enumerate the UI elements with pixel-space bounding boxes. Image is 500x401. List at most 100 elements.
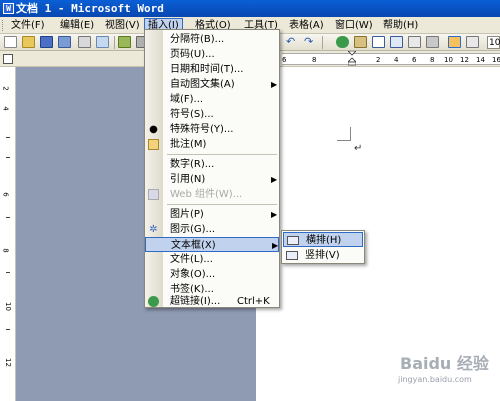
menu-item-web-component[interactable]: Web 组件(W)...	[145, 187, 279, 202]
tab-selector[interactable]	[3, 54, 13, 64]
insert-menu: 分隔符(B)... 页码(U)... 日期和时间(T)... 自动图文集(A) …	[144, 29, 280, 308]
menu-item-label: 特殊符号(Y)...	[170, 124, 234, 135]
menu-help[interactable]: 帮助(H)	[380, 18, 421, 33]
ruler-tick: 4	[394, 56, 399, 64]
menu-item-label: 域(F)...	[170, 94, 204, 105]
print-icon[interactable]	[78, 36, 91, 48]
menu-item-label: 对象(O)...	[170, 269, 216, 280]
ruler-tick: 8	[312, 56, 317, 64]
menu-table[interactable]: 表格(A)	[286, 18, 327, 33]
menu-item-shortcut: Ctrl+K	[237, 296, 270, 307]
vruler-mark	[6, 137, 10, 138]
ruler-tick: 14	[476, 56, 485, 64]
insert-excel-icon[interactable]	[390, 36, 403, 48]
menu-view[interactable]: 视图(V)	[102, 18, 143, 33]
menu-item-label: 批注(M)	[170, 139, 207, 150]
menu-window[interactable]: 窗口(W)	[332, 18, 376, 33]
spelling-icon[interactable]	[118, 36, 131, 48]
menu-separator	[167, 204, 277, 205]
zoom-input[interactable]: 10	[487, 36, 500, 49]
insert-table-icon[interactable]	[372, 36, 385, 48]
menu-item-break[interactable]: 分隔符(B)...	[145, 32, 279, 47]
submenu-item-horizontal[interactable]: 横排(H)	[283, 232, 363, 247]
menu-item-field[interactable]: 域(F)...	[145, 92, 279, 107]
menu-item-file[interactable]: 文件(L)...	[145, 252, 279, 267]
menu-item-page-numbers[interactable]: 页码(U)...	[145, 47, 279, 62]
columns-icon[interactable]	[408, 36, 421, 48]
web-component-icon	[148, 189, 159, 200]
ruler-tick: 16	[492, 56, 500, 64]
indent-marker-icon[interactable]	[348, 51, 356, 66]
open-folder-icon[interactable]	[22, 36, 35, 48]
submenu-item-label: 竖排(V)	[305, 250, 340, 261]
vertical-textbox-icon	[286, 251, 298, 260]
menu-item-symbol[interactable]: 符号(S)...	[145, 107, 279, 122]
submenu-arrow-icon: ▶	[271, 80, 278, 89]
menu-item-label: 文本框(X)	[171, 240, 216, 251]
menu-item-reference[interactable]: 引用(N) ▶	[145, 172, 279, 187]
permission-icon[interactable]	[58, 36, 71, 48]
paragraph-mark-icon: ↵	[354, 143, 363, 154]
vertical-ruler[interactable]: 2 4 6 8 10 12	[0, 67, 16, 401]
save-icon[interactable]	[40, 36, 53, 48]
menu-item-hyperlink[interactable]: 超链接(I)... Ctrl+K	[145, 294, 279, 309]
menu-separator	[167, 154, 277, 155]
menu-item-date-time[interactable]: 日期和时间(T)...	[145, 62, 279, 77]
submenu-item-vertical[interactable]: 竖排(V)	[283, 248, 363, 263]
ruler-tick: 6	[412, 56, 417, 64]
title-bar: W 文档 1 - Microsoft Word	[0, 0, 500, 17]
redo-icon[interactable]: ↷	[304, 36, 317, 48]
window-title: 文档 1 - Microsoft Word	[16, 2, 164, 15]
diagram-icon: ✲	[149, 224, 158, 235]
vruler-mark	[6, 329, 10, 330]
comment-icon	[148, 139, 159, 150]
drawing-icon[interactable]	[426, 36, 439, 48]
menu-item-autotext[interactable]: 自动图文集(A) ▶	[145, 77, 279, 92]
ruler-tick: 6	[282, 56, 287, 64]
hyperlink-icon	[148, 296, 159, 307]
menu-item-label: 图片(P)	[170, 209, 204, 220]
print-preview-icon[interactable]	[96, 36, 109, 48]
insert-hyperlink-icon[interactable]	[336, 36, 349, 48]
menu-edit[interactable]: 编辑(E)	[57, 18, 97, 33]
menu-item-label: 符号(S)...	[170, 109, 214, 120]
vruler-mark	[6, 272, 10, 273]
text-box-submenu: 横排(H) 竖排(V)	[281, 230, 365, 264]
tables-borders-icon[interactable]	[354, 36, 367, 48]
menu-item-number[interactable]: 数字(R)...	[145, 157, 279, 172]
vruler-tick: 10	[3, 302, 12, 311]
menu-item-label: 数字(R)...	[170, 159, 215, 170]
vruler-tick: 12	[3, 358, 12, 367]
menu-item-label: 引用(N)	[170, 174, 206, 185]
menu-item-label: 分隔符(B)...	[170, 34, 225, 45]
ruler-tick: 10	[444, 56, 453, 64]
menu-item-picture[interactable]: 图片(P) ▶	[145, 207, 279, 222]
undo-icon[interactable]: ↶	[286, 36, 299, 48]
vruler-tick: 8	[1, 248, 10, 253]
menu-item-special-symbol[interactable]: ● 特殊符号(Y)...	[145, 122, 279, 137]
menu-item-diagram[interactable]: ✲ 图示(G)...	[145, 222, 279, 237]
submenu-item-label: 横排(H)	[306, 235, 342, 246]
menu-grip-icon[interactable]	[2, 20, 5, 31]
horizontal-textbox-icon	[287, 236, 299, 245]
submenu-arrow-icon: ▶	[271, 175, 278, 184]
show-hide-icon[interactable]	[466, 36, 479, 48]
dot-icon: ●	[149, 124, 158, 135]
menu-file[interactable]: 文件(F)	[8, 18, 48, 33]
vruler-tick: 2	[1, 86, 10, 91]
ruler-tick: 2	[376, 56, 381, 64]
vruler-mark	[6, 157, 10, 158]
menu-item-comment[interactable]: 批注(M)	[145, 137, 279, 152]
word-app-icon[interactable]: W	[3, 3, 14, 14]
new-document-icon[interactable]	[4, 36, 17, 48]
submenu-arrow-icon: ▶	[271, 210, 278, 219]
horizontal-ruler[interactable]: 6 8 2 4 6 8 10 12 14 16	[282, 53, 500, 65]
menu-item-object[interactable]: 对象(O)...	[145, 267, 279, 282]
document-map-icon[interactable]	[448, 36, 461, 48]
menu-item-label: Web 组件(W)...	[170, 189, 243, 200]
page-corner-mark	[337, 127, 351, 141]
vruler-tick: 4	[1, 106, 10, 111]
vruler-mark	[6, 217, 10, 218]
toolbar-separator	[114, 36, 115, 49]
menu-item-text-box[interactable]: 文本框(X) ▶	[145, 237, 279, 252]
